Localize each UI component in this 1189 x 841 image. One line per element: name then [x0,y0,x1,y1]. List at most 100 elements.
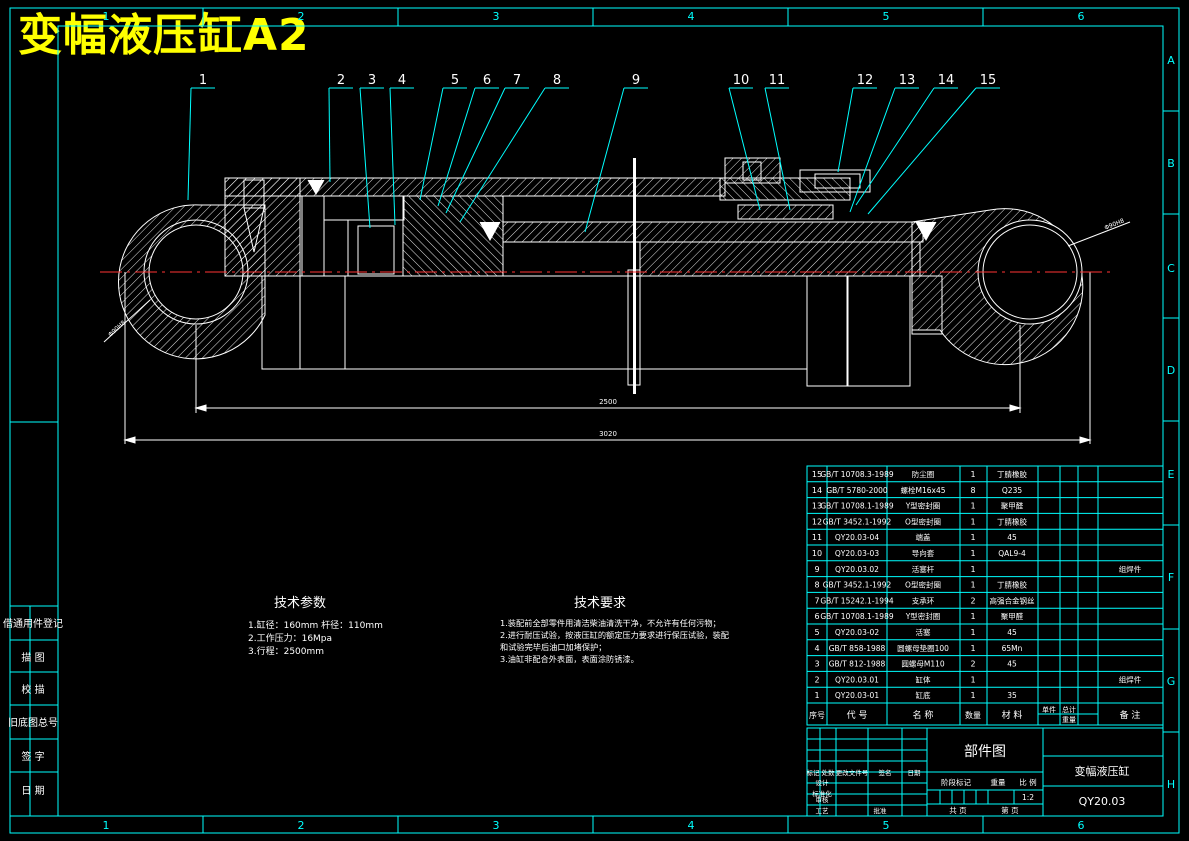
tech-reqs-title: 技术要求 [574,596,626,611]
bom-header: 材 料 [1002,709,1023,721]
title-rev-header: 日期 [908,769,922,777]
bom-code: QY20.03-04 [835,533,879,542]
bom-material: 聚甲醛 [1001,501,1024,511]
grid-row-H: H [1167,778,1175,791]
bill-of-materials: 15GB/T 10708.3-1989 防尘圈 1 丁腈橡胶14 GB/T 5780-2… [806,465,1164,726]
drawing-frame [9,7,1180,834]
piston-rod [502,221,924,243]
bom-name: Y型密封圈 [905,611,941,621]
bom-material: 高强合金钢丝 [990,595,1035,605]
bom-no: 2 [814,675,819,684]
cylinder-lower-half [261,275,808,370]
title-left-row: 批准 [874,806,888,815]
balloon-2: 2 [337,73,345,88]
grid-col-top-3: 3 [493,10,500,23]
balloon-14: 14 [938,73,955,88]
balloon-11: 11 [769,73,786,88]
bom-header: 名 称 [913,709,934,721]
balloon-7: 7 [513,73,521,88]
dim-inner: 2500 [599,398,617,406]
bom-name: 螺栓M16x45 [901,485,946,495]
bom-header: 数量 [965,710,981,720]
bom-no: 7 [814,596,819,605]
title-rev-header: 标记 [807,768,821,777]
bom-name: O型密封圈 [905,516,941,526]
dim-pin-right: Φ90H8 [1104,217,1126,231]
side-label-column: 借通用件登记描 图校 描旧底图总号签 字日 期 [3,617,63,797]
balloon-10: 10 [733,73,750,88]
grid-col-top-1: 1 [103,10,110,23]
bom-code: GB/T 3452.1-1992 [823,581,892,590]
bom-material: 丁腈橡胶 [997,469,1027,479]
title-block: 部件图变幅液压缸 QY20.03 阶段标记 重量 比 例 1:2 共 页 第 页 标记 处数 更改文… [806,727,1164,817]
bom-qty: 1 [970,565,975,574]
bom-no: 3 [814,660,819,669]
bom-qty: 1 [970,549,975,558]
bom-no: 5 [814,628,819,637]
side-label: 签 字 [21,750,44,763]
bom-no: 4 [814,644,819,653]
bom-qty: 1 [970,502,975,511]
side-label: 日 期 [21,785,44,797]
bom-code: GB/T 10708.1-1989 [820,502,893,511]
grid-row-E: E [1168,468,1175,481]
title-rev-header: 处数 [822,768,836,777]
bom-name: 支承环 [912,595,935,605]
bom-material: 45 [1007,533,1017,542]
bom-no: 11 [812,533,822,542]
bom-qty: 1 [970,644,975,653]
bom-code: GB/T 858-1988 [829,644,886,653]
bom-name: 圆螺母垫圈100 [897,643,949,653]
bom-material: Q235 [1002,486,1022,495]
gland-nut [347,219,404,277]
bom-material: 丁腈橡胶 [997,580,1027,590]
side-label: 借通用件登记 [3,617,63,630]
bom-qty: 1 [970,612,975,621]
bom-material: QAL9-4 [998,549,1026,558]
title-weight-label: 重量 [991,778,1006,787]
bom-code: GB/T 3452.1-1992 [823,517,892,526]
balloon-5: 5 [451,73,459,88]
title-left-row: 审核 [816,795,830,804]
dim-overall: 3020 [599,430,617,438]
tech-param-line: 1.缸径：160mm 杆径：110mm [248,619,383,631]
grid-col-bottom-4: 4 [688,819,695,832]
balloon-8: 8 [553,73,561,88]
grid-row-D: D [1167,364,1175,377]
bom-material: 丁腈橡胶 [997,516,1027,526]
grid-row-B: B [1167,157,1175,170]
balloon-9: 9 [632,73,640,88]
bom-no: 12 [812,517,822,526]
bom-no: 6 [814,612,819,621]
title-sheet-page: 第 页 [1001,805,1019,815]
dim-pin-left: Φ90H8 [107,319,127,338]
title-left-row: 工艺 [816,807,830,815]
bom-name: 缸体 [916,674,931,684]
bom-no: 10 [812,549,822,558]
grid-col-bottom-3: 3 [493,819,500,832]
bom-header: 单件 [1042,705,1056,714]
bom-name: 活塞杆 [912,564,935,574]
bom-name: 活塞 [916,627,931,637]
bom-code: GB/T 10708.3-1989 [820,470,893,479]
grid-zone-ticks: 112233445566ABCDEFGH [103,8,1179,833]
title-rev-header: 更改文件号 [836,768,869,777]
bom-material: 45 [1007,660,1017,669]
cad-drawing: 112233445566ABCDEFGH 借通用件登记描 图校 描旧底图总号签 … [3,7,1180,834]
bom-no: 8 [814,581,819,590]
tech-params-title: 技术参数 [274,595,326,611]
title-stage-label: 阶段标记 [941,777,971,787]
grid-col-bottom-6: 6 [1078,819,1085,832]
grid-row-G: G [1167,675,1176,688]
bom-code: QY20.03.02 [835,565,879,574]
tech-req-line: 3.油缸非配合外表面，表面涂防锈漆。 [500,654,639,664]
technical-requirements: 技术要求 1.装配前全部零件用清洁柴油清洗干净，不允许有任何污物； 2.进行耐压试验… [500,596,729,664]
title-left-row: 设计 [816,778,830,787]
bom-code: GB/T 15242.1-1994 [820,596,893,605]
grid-row-C: C [1167,262,1175,275]
bom-header: 序号 [809,710,825,720]
bom-no: 1 [814,691,819,700]
bom-no: 14 [812,486,822,495]
bom-material: 65Mn [1002,644,1023,653]
title-scale: 1:2 [1022,793,1034,802]
